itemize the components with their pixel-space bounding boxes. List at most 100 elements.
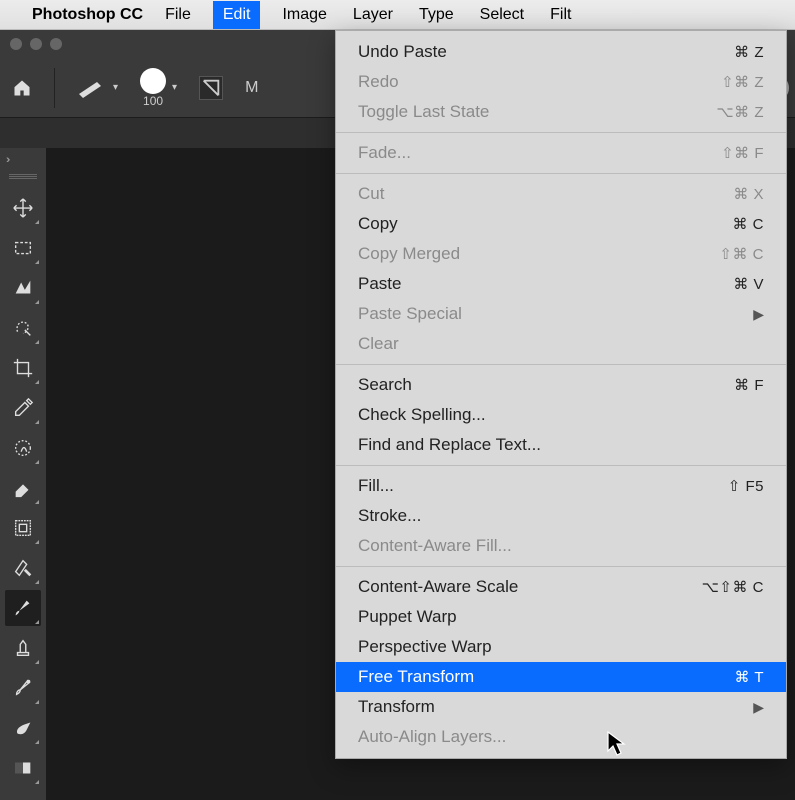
history-brush-tool[interactable]	[5, 550, 41, 586]
menu-item-label: Free Transform	[358, 667, 474, 687]
crop-tool[interactable]	[5, 350, 41, 386]
menu-item-label: Auto-Align Layers...	[358, 727, 506, 747]
edit-menu-item[interactable]: Undo Paste ⌘ Z	[336, 37, 786, 67]
submenu-arrow-icon: ▶	[753, 306, 764, 323]
menu-item-label: Toggle Last State	[358, 102, 489, 122]
menu-item-label: Stroke...	[358, 506, 421, 526]
panel-grip-icon[interactable]	[9, 174, 37, 180]
menu-item-shortcut: ⌘ Z	[734, 43, 764, 61]
menu-select[interactable]: Select	[476, 2, 528, 28]
edit-menu-item[interactable]: Check Spelling...	[336, 400, 786, 430]
menu-item-shortcut: ⇧⌘ Z	[721, 73, 764, 91]
menu-file[interactable]: File	[161, 2, 195, 28]
menu-item-label: Redo	[358, 72, 399, 92]
window-minimize-button[interactable]	[30, 38, 42, 50]
menu-layer[interactable]: Layer	[349, 2, 397, 28]
edit-menu-item[interactable]: Transform ▶	[336, 692, 786, 722]
window-zoom-button[interactable]	[50, 38, 62, 50]
menu-item-label: Content-Aware Fill...	[358, 536, 512, 556]
home-icon[interactable]	[12, 78, 32, 98]
edit-menu-item[interactable]: Paste ⌘ V	[336, 269, 786, 299]
window-close-button[interactable]	[10, 38, 22, 50]
menu-edit[interactable]: Edit	[213, 1, 261, 29]
menu-item-label: Paste	[358, 274, 401, 294]
menu-item-shortcut: ⌘ V	[733, 275, 764, 293]
menu-item-label: Paste Special	[358, 304, 462, 324]
eyedropper-tool[interactable]	[5, 390, 41, 426]
move-tool[interactable]	[5, 190, 41, 226]
app-name[interactable]: Photoshop CC	[32, 6, 143, 24]
menu-filter[interactable]: Filt	[546, 2, 575, 28]
menu-item-label: Clear	[358, 334, 399, 354]
frame-tool[interactable]	[5, 510, 41, 546]
menu-item-shortcut: ⇧ F5	[728, 477, 764, 495]
brush-panel-toggle-icon[interactable]	[199, 76, 223, 100]
clone-stamp-tool[interactable]	[5, 630, 41, 666]
edit-menu-item: Paste Special ▶	[336, 299, 786, 329]
menu-image[interactable]: Image	[278, 2, 330, 28]
gradient-tool[interactable]	[5, 750, 41, 786]
edit-menu-item[interactable]: Stroke...	[336, 501, 786, 531]
edit-menu-item[interactable]: Free Transform ⌘ T	[336, 662, 786, 692]
tools-panel: ››	[0, 148, 46, 800]
menu-separator	[336, 364, 786, 365]
mixer-brush-tool[interactable]	[5, 670, 41, 706]
menu-item-label: Fade...	[358, 143, 411, 163]
menu-separator	[336, 465, 786, 466]
menu-separator	[336, 173, 786, 174]
menu-item-shortcut: ⇧⌘ C	[719, 245, 764, 263]
menu-item-shortcut: ⌘ T	[734, 668, 764, 686]
menu-item-label: Transform	[358, 697, 435, 717]
expand-panel-icon[interactable]: ››	[0, 154, 7, 170]
edit-menu-item: Cut ⌘ X	[336, 179, 786, 209]
lasso-tool[interactable]	[5, 270, 41, 306]
edit-menu-dropdown: Undo Paste ⌘ Z Redo ⇧⌘ Z Toggle Last State ⌥⌘…	[335, 30, 787, 759]
brush-circle-icon	[140, 68, 166, 94]
edit-menu-item: Content-Aware Fill...	[336, 531, 786, 561]
brush-size-preview[interactable]: 100	[140, 68, 166, 108]
menu-item-shortcut: ⌥⌘ Z	[716, 103, 764, 121]
menu-separator	[336, 132, 786, 133]
menu-item-label: Find and Replace Text...	[358, 435, 541, 455]
edit-menu-item[interactable]: Puppet Warp	[336, 602, 786, 632]
menu-item-shortcut: ⌥⇧⌘ C	[702, 578, 764, 596]
smudge-tool[interactable]	[5, 710, 41, 746]
edit-menu-item: Fade... ⇧⌘ F	[336, 138, 786, 168]
menu-item-shortcut: ⇧⌘ F	[721, 144, 764, 162]
edit-menu-item: Toggle Last State ⌥⌘ Z	[336, 97, 786, 127]
eraser-tool[interactable]	[5, 470, 41, 506]
edit-menu-item[interactable]: Copy ⌘ C	[336, 209, 786, 239]
edit-menu-item[interactable]: Search⌘ F	[336, 370, 786, 400]
menu-item-label: Check Spelling...	[358, 405, 486, 425]
chevron-down-icon[interactable]: ▾	[172, 82, 177, 93]
menu-item-label: Perspective Warp	[358, 637, 492, 657]
edit-menu-item: Copy Merged ⇧⌘ C	[336, 239, 786, 269]
quick-select-tool[interactable]	[5, 310, 41, 346]
chevron-down-icon[interactable]: ▾	[113, 82, 118, 93]
menu-type[interactable]: Type	[415, 2, 458, 28]
edit-menu-item[interactable]: Content-Aware Scale ⌥⇧⌘ C	[336, 572, 786, 602]
menu-item-label: Fill...	[358, 476, 394, 496]
menu-separator	[336, 566, 786, 567]
mode-label: M	[245, 79, 258, 97]
edit-menu-item: Redo ⇧⌘ Z	[336, 67, 786, 97]
macos-menubar: Photoshop CC File Edit Image Layer Type …	[0, 0, 795, 30]
menu-item-label: Cut	[358, 184, 384, 204]
menu-item-label: Copy Merged	[358, 244, 460, 264]
menu-item-shortcut: ⌘ C	[733, 215, 765, 233]
brush-tool[interactable]	[5, 590, 41, 626]
healing-brush-tool[interactable]	[5, 430, 41, 466]
edit-menu-item[interactable]: Find and Replace Text...	[336, 430, 786, 460]
submenu-arrow-icon: ▶	[753, 699, 764, 716]
menu-item-label: Search	[358, 375, 412, 395]
menu-item-label: Copy	[358, 214, 398, 234]
menu-item-shortcut: ⌘ X	[733, 185, 764, 203]
menu-item-label: Content-Aware Scale	[358, 577, 518, 597]
brush-size-label: 100	[143, 94, 163, 108]
edit-menu-item: Clear	[336, 329, 786, 359]
tool-preset-icon[interactable]	[77, 78, 107, 98]
edit-menu-item[interactable]: Perspective Warp	[336, 632, 786, 662]
edit-menu-item[interactable]: Fill... ⇧ F5	[336, 471, 786, 501]
menu-item-label: Undo Paste	[358, 42, 447, 62]
marquee-tool[interactable]	[5, 230, 41, 266]
